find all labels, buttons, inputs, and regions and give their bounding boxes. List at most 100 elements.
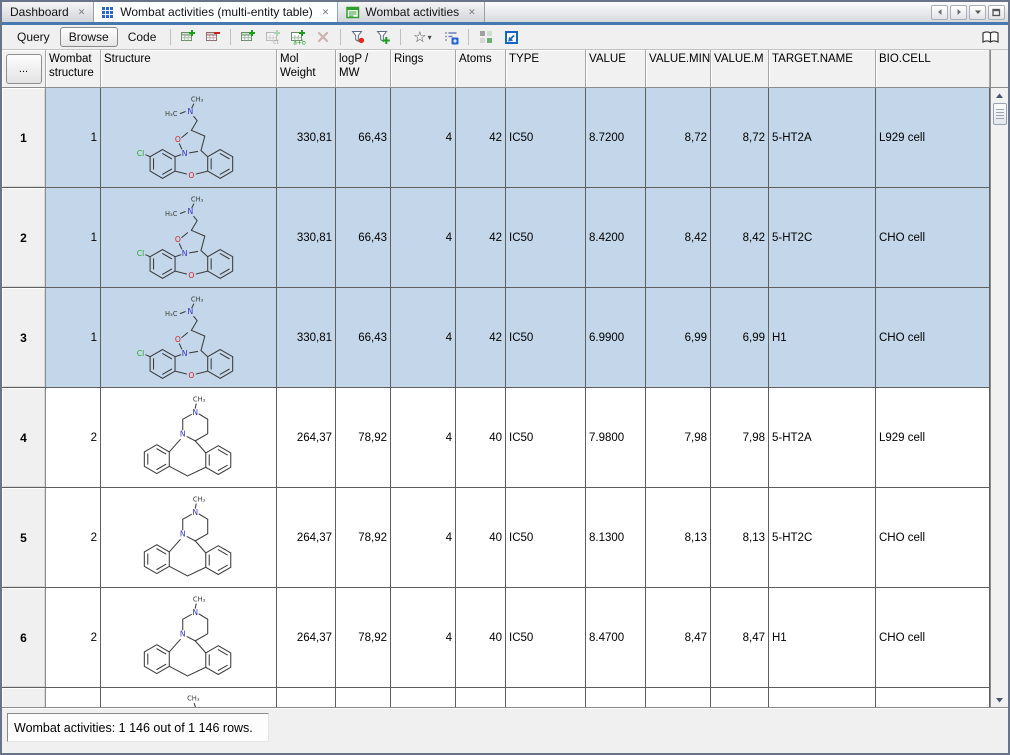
table-row[interactable]: 3 1 330,81 66,43 4 42 IC50 6.9900 6,99 6… bbox=[2, 288, 990, 388]
cell-value[interactable]: 8.7200 bbox=[586, 88, 646, 187]
cell-atoms[interactable]: 42 bbox=[456, 188, 506, 287]
cell-target-name[interactable]: 5-HT2A bbox=[769, 88, 876, 187]
tab-list-dropdown-icon[interactable] bbox=[969, 4, 986, 20]
scroll-up-icon[interactable] bbox=[992, 88, 1008, 103]
maximize-icon[interactable] bbox=[988, 4, 1005, 20]
cell-value-min[interactable]: 8,72 bbox=[646, 88, 711, 187]
cell-mol-weight[interactable]: 264,37 bbox=[277, 388, 336, 487]
cell-logp-mw[interactable]: 66,43 bbox=[336, 88, 391, 187]
col-header-structure[interactable]: Structure bbox=[101, 50, 277, 87]
cell-structure[interactable] bbox=[101, 388, 277, 487]
cell-wombat-structure[interactable]: 1 bbox=[46, 88, 101, 187]
table-corner-button[interactable]: ... bbox=[5, 53, 42, 84]
table-row[interactable]: 6 2 264,37 78,92 4 40 IC50 8.4700 8,47 8… bbox=[2, 588, 990, 688]
cell-mol-weight[interactable]: 264,37 bbox=[277, 588, 336, 687]
table-row[interactable]: 2 1 330,81 66,43 4 42 IC50 8.4200 8,42 8… bbox=[2, 188, 990, 288]
cell-value[interactable] bbox=[586, 688, 646, 707]
cell-value-min[interactable]: 6,99 bbox=[646, 288, 711, 387]
cell-logp-mw[interactable]: 66,43 bbox=[336, 288, 391, 387]
cell-structure[interactable] bbox=[101, 588, 277, 687]
tab-dashboard[interactable]: Dashboard ✕ bbox=[2, 2, 95, 22]
cell-wombat-structure[interactable]: 2 bbox=[46, 588, 101, 687]
filter-add-icon[interactable] bbox=[371, 26, 395, 48]
workspace-book-icon[interactable] bbox=[978, 26, 1002, 48]
col-header-atoms[interactable]: Atoms bbox=[456, 50, 506, 87]
cell-value-max[interactable]: 8,47 bbox=[711, 588, 769, 687]
table-add-entity-icon[interactable] bbox=[236, 26, 260, 48]
cell-logp-mw[interactable]: 78,92 bbox=[336, 588, 391, 687]
cell-value[interactable]: 8.4200 bbox=[586, 188, 646, 287]
cell-mol-weight[interactable]: 330,81 bbox=[277, 288, 336, 387]
cell-structure[interactable] bbox=[101, 488, 277, 587]
grid-view-icon[interactable] bbox=[474, 26, 498, 48]
cell-type[interactable]: IC50 bbox=[506, 488, 586, 587]
cell-type[interactable]: IC50 bbox=[506, 388, 586, 487]
cell-wombat-structure[interactable]: 2 bbox=[46, 388, 101, 487]
tab-wombat-multi-entity[interactable]: Wombat activities (multi-entity table) ✕ bbox=[94, 2, 339, 22]
cell-value[interactable]: 6.9900 bbox=[586, 288, 646, 387]
cell-bio-cell[interactable]: CHO cell bbox=[876, 588, 990, 687]
cell-wombat-structure[interactable]: 2 bbox=[46, 488, 101, 587]
cell-logp-mw[interactable]: 66,43 bbox=[336, 188, 391, 287]
cell-structure[interactable] bbox=[101, 288, 277, 387]
vertical-scrollbar[interactable] bbox=[990, 50, 1008, 707]
table-row[interactable]: 4 2 264,37 78,92 4 40 IC50 7.9800 7,98 7… bbox=[2, 388, 990, 488]
col-header-logp-mw[interactable]: logP / MW bbox=[336, 50, 391, 87]
cell-atoms[interactable]: 40 bbox=[456, 588, 506, 687]
cell-value-min[interactable]: 7,98 bbox=[646, 388, 711, 487]
cell-rings[interactable]: 4 bbox=[391, 288, 456, 387]
table-remove-row-icon[interactable] bbox=[201, 26, 225, 48]
cell-target-name[interactable] bbox=[769, 688, 876, 707]
cell-target-name[interactable]: 5-HT2A bbox=[769, 388, 876, 487]
cell-value-min[interactable]: 8,42 bbox=[646, 188, 711, 287]
favorites-star-icon[interactable]: ☆ ▾ bbox=[406, 26, 438, 48]
cell-bio-cell[interactable]: L929 cell bbox=[876, 88, 990, 187]
cell-mol-weight[interactable] bbox=[277, 688, 336, 707]
open-in-window-icon[interactable] bbox=[499, 26, 523, 48]
cell-value-min[interactable]: 8,13 bbox=[646, 488, 711, 587]
cell-value-max[interactable]: 8,72 bbox=[711, 88, 769, 187]
row-header[interactable] bbox=[2, 688, 46, 707]
cell-rings[interactable]: 4 bbox=[391, 88, 456, 187]
cell-bio-cell[interactable] bbox=[876, 688, 990, 707]
cell-value-max[interactable]: 8,42 bbox=[711, 188, 769, 287]
cell-target-name[interactable]: H1 bbox=[769, 588, 876, 687]
col-header-target-name[interactable]: TARGET.NAME bbox=[769, 50, 876, 87]
cell-value[interactable]: 7.9800 bbox=[586, 388, 646, 487]
row-header[interactable]: 2 bbox=[2, 188, 46, 287]
cell-target-name[interactable]: H1 bbox=[769, 288, 876, 387]
table-add-ab-icon[interactable]: a+b bbox=[286, 26, 310, 48]
widget-settings-icon[interactable] bbox=[439, 26, 463, 48]
cell-value-min[interactable]: 8,47 bbox=[646, 588, 711, 687]
cell-structure[interactable] bbox=[101, 688, 277, 707]
close-icon[interactable]: ✕ bbox=[78, 7, 86, 17]
row-header[interactable]: 6 bbox=[2, 588, 46, 687]
scrollbar-thumb[interactable] bbox=[992, 103, 1007, 125]
col-header-type[interactable]: TYPE bbox=[506, 50, 586, 87]
cell-type[interactable]: IC50 bbox=[506, 288, 586, 387]
cell-value-max[interactable]: 8,13 bbox=[711, 488, 769, 587]
row-header[interactable]: 1 bbox=[2, 88, 46, 187]
cell-atoms[interactable]: 42 bbox=[456, 288, 506, 387]
cell-type[interactable]: IC50 bbox=[506, 188, 586, 287]
cell-atoms[interactable]: 40 bbox=[456, 388, 506, 487]
cell-wombat-structure[interactable] bbox=[46, 688, 101, 707]
cell-rings[interactable] bbox=[391, 688, 456, 707]
cell-atoms[interactable]: 40 bbox=[456, 488, 506, 587]
cell-wombat-structure[interactable]: 1 bbox=[46, 188, 101, 287]
close-icon[interactable]: ✕ bbox=[322, 7, 330, 17]
cell-mol-weight[interactable]: 330,81 bbox=[277, 88, 336, 187]
cell-value-max[interactable] bbox=[711, 688, 769, 707]
cell-target-name[interactable]: 5-HT2C bbox=[769, 188, 876, 287]
col-header-bio-cell[interactable]: BIO.CELL bbox=[876, 50, 990, 87]
cell-value-min[interactable] bbox=[646, 688, 711, 707]
cell-rings[interactable]: 4 bbox=[391, 188, 456, 287]
cell-type[interactable]: IC50 bbox=[506, 588, 586, 687]
tab-wombat-activities[interactable]: Wombat activities ✕ bbox=[338, 2, 485, 22]
table-row[interactable] bbox=[2, 688, 990, 707]
col-header-mol-weight[interactable]: Mol Weight bbox=[277, 50, 336, 87]
col-header-value-min[interactable]: VALUE.MIN bbox=[646, 50, 711, 87]
cell-logp-mw[interactable] bbox=[336, 688, 391, 707]
col-header-rings[interactable]: Rings bbox=[391, 50, 456, 87]
cell-mol-weight[interactable]: 264,37 bbox=[277, 488, 336, 587]
